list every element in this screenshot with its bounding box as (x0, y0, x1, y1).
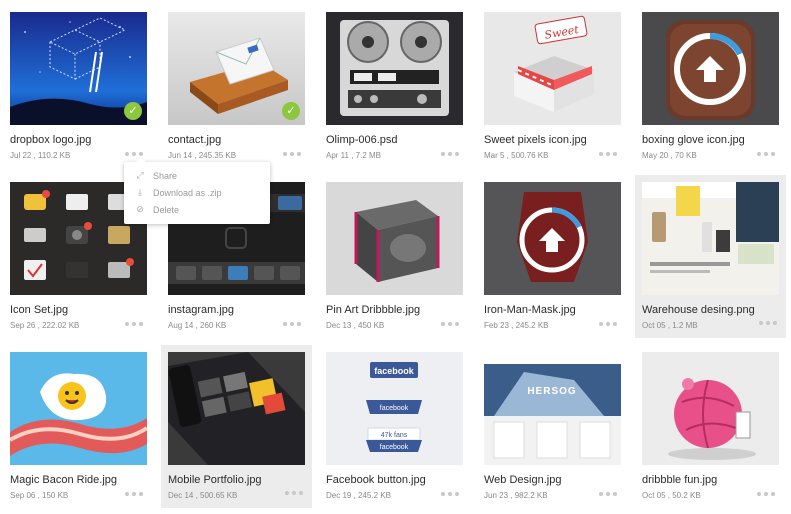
more-options-icon[interactable] (283, 150, 303, 158)
more-options-icon[interactable] (759, 319, 779, 327)
download-icon: ⤓ (138, 187, 142, 197)
thumbnail-dribbble-fun[interactable] (642, 352, 779, 465)
file-name[interactable]: dribbble fun.jpg (642, 474, 717, 486)
more-options-icon[interactable] (599, 320, 619, 328)
thumbnail-olimp[interactable] (326, 12, 463, 125)
file-tile-dropbox-logo[interactable]: ✓ dropbox logo.jpg Jul 22 , 110.2 KB (10, 12, 147, 172)
file-meta: Dec 14 , 500.65 KB (168, 491, 238, 500)
file-name[interactable]: contact.jpg (168, 134, 221, 146)
thumbnail-warehouse[interactable] (642, 182, 779, 295)
file-name[interactable]: Pin Art Dribbble.jpg (326, 304, 420, 316)
menu-item-label: Share (153, 170, 178, 181)
file-tile-mobile-portfolio[interactable]: Mobile Portfolio.jpg Dec 14 , 500.65 KB (161, 345, 312, 508)
more-options-icon[interactable] (125, 320, 145, 328)
file-meta: Sep 26 , 222.02 KB (10, 321, 80, 330)
checked-icon[interactable]: ✓ (282, 102, 300, 120)
thumbnail-mobile-portfolio[interactable] (168, 352, 305, 465)
file-name[interactable]: Magic Bacon Ride.jpg (10, 474, 117, 486)
file-meta: Jun 23 , 982.2 KB (484, 491, 548, 500)
file-tile-contact[interactable]: ✓ contact.jpg Jun 14 , 245.35 KB (168, 12, 305, 172)
menu-item-label: Delete (153, 204, 180, 215)
more-options-icon[interactable] (441, 320, 461, 328)
file-meta: Feb 23 , 245.2 KB (484, 321, 549, 330)
menu-item-delete[interactable]: ⊘ Delete (124, 201, 270, 218)
thumbnail-facebook-button[interactable]: facebook facebook 47k fans facebook (326, 352, 463, 465)
file-name[interactable]: Mobile Portfolio.jpg (168, 474, 262, 486)
file-tile-web-design[interactable]: HERSOG Web Design.jpg Jun 23 , 982.2 KB (484, 352, 621, 512)
file-name[interactable]: Web Design.jpg (484, 474, 561, 486)
file-tile-warehouse[interactable]: Warehouse desing.png Oct 05 , 1.2 MB (635, 175, 786, 338)
file-meta: Oct 05 , 50.2 KB (642, 491, 701, 500)
more-options-icon[interactable] (757, 150, 777, 158)
file-name[interactable]: boxing glove icon.jpg (642, 134, 745, 146)
thumbnail-pin-art[interactable] (326, 182, 463, 295)
file-meta: Sep 06 , 150 KB (10, 491, 69, 500)
file-meta: Apr 11 , 7.2 MB (326, 151, 381, 160)
thumbnail-iron-man[interactable] (484, 182, 621, 295)
menu-item-label: Download as .zip (153, 187, 222, 198)
file-tile-magic-bacon[interactable]: Magic Bacon Ride.jpg Sep 06 , 150 KB (10, 352, 147, 512)
more-options-icon[interactable] (283, 320, 303, 328)
facebook-label: facebook (380, 444, 409, 451)
more-options-icon[interactable] (757, 490, 777, 498)
file-tile-facebook-button[interactable]: facebook facebook 47k fans facebook Face… (326, 352, 463, 512)
file-name[interactable]: Olimp-006.psd (326, 134, 398, 146)
file-meta: Oct 05 , 1.2 MB (642, 321, 698, 330)
more-options-icon[interactable] (599, 490, 619, 498)
file-name[interactable]: Iron-Man-Mask.jpg (484, 304, 576, 316)
file-meta: Jul 22 , 110.2 KB (10, 151, 71, 160)
more-options-icon[interactable] (285, 489, 305, 497)
facebook-label: facebook (380, 405, 409, 412)
delete-icon: ⊘ (136, 204, 144, 214)
file-meta: Dec 19 , 245.2 KB (326, 491, 391, 500)
file-tile-sweet-pixels[interactable]: Sweet Sweet pixels icon.jpg Mar 5 , 500.… (484, 12, 621, 172)
file-name[interactable]: Warehouse desing.png (642, 304, 755, 316)
file-name[interactable]: Sweet pixels icon.jpg (484, 134, 587, 146)
thumbnail-web-design[interactable]: HERSOG (484, 352, 621, 465)
file-tile-pin-art[interactable]: Pin Art Dribbble.jpg Dec 13 , 450 KB (326, 182, 463, 342)
file-name[interactable]: dropbox logo.jpg (10, 134, 91, 146)
file-meta: Aug 14 , 260 KB (168, 321, 227, 330)
more-options-icon[interactable] (441, 490, 461, 498)
thumbnail-boxing-glove[interactable] (642, 12, 779, 125)
file-name[interactable]: instagram.jpg (168, 304, 234, 316)
file-meta: Dec 13 , 450 KB (326, 321, 385, 330)
share-icon: ⤢ (136, 170, 144, 180)
hersog-label: HERSOG (527, 386, 576, 397)
file-meta: May 20 , 70 KB (642, 151, 697, 160)
file-name[interactable]: Icon Set.jpg (10, 304, 68, 316)
likes-label: 47k fans (381, 432, 408, 439)
more-options-icon[interactable] (599, 150, 619, 158)
checked-icon[interactable]: ✓ (124, 102, 142, 120)
file-meta: Mar 5 , 500.76 KB (484, 151, 549, 160)
more-options-icon[interactable] (125, 490, 145, 498)
thumbnail-magic-bacon[interactable] (10, 352, 147, 465)
more-options-icon[interactable] (441, 150, 461, 158)
file-tile-dribbble-fun[interactable]: dribbble fun.jpg Oct 05 , 50.2 KB (642, 352, 779, 512)
menu-item-share[interactable]: ⤢ Share (124, 167, 270, 184)
thumbnail-sweet-pixels[interactable]: Sweet (484, 12, 621, 125)
facebook-label: facebook (374, 366, 415, 376)
file-tile-olimp[interactable]: Olimp-006.psd Apr 11 , 7.2 MB (326, 12, 463, 172)
file-name[interactable]: Facebook button.jpg (326, 474, 426, 486)
file-meta: Jun 14 , 245.35 KB (168, 151, 237, 160)
file-tile-iron-man[interactable]: Iron-Man-Mask.jpg Feb 23 , 245.2 KB (484, 182, 621, 342)
file-context-menu: ⤢ Share ⤓ Download as .zip ⊘ Delete (124, 157, 270, 224)
file-tile-boxing-glove[interactable]: boxing glove icon.jpg May 20 , 70 KB (642, 12, 779, 172)
menu-item-download-zip[interactable]: ⤓ Download as .zip (124, 184, 270, 201)
